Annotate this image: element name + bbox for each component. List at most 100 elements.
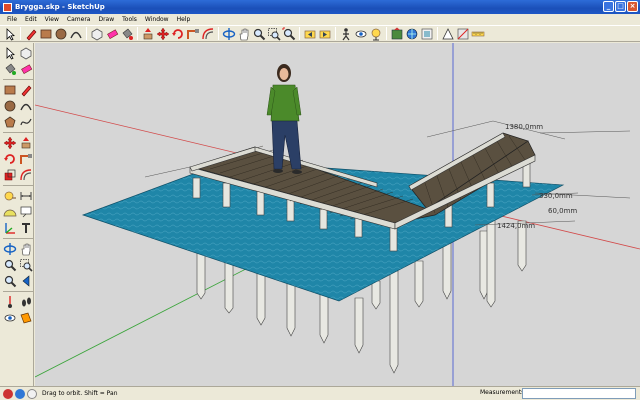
- toolbar-separator: [299, 27, 300, 40]
- dimension-label-right[interactable]: 330,0mm: [539, 192, 573, 200]
- paint-bucket-icon[interactable]: [120, 27, 134, 41]
- minimize-button[interactable]: _: [603, 1, 614, 12]
- title-bar: Brygga.skp - SketchUp _ □ ×: [0, 0, 640, 14]
- make-component-icon[interactable]: [19, 46, 33, 60]
- position-camera-icon[interactable]: [369, 27, 383, 41]
- offset-icon[interactable]: [19, 168, 33, 182]
- look-around-icon[interactable]: [354, 27, 368, 41]
- walk-icon[interactable]: [339, 27, 353, 41]
- components-icon[interactable]: [420, 27, 434, 41]
- measure-icon[interactable]: [471, 27, 485, 41]
- measurements-input[interactable]: [522, 388, 636, 399]
- move-icon[interactable]: [3, 136, 17, 150]
- credits-icon[interactable]: [15, 388, 25, 399]
- menu-file[interactable]: File: [3, 16, 21, 23]
- zoom-window-icon[interactable]: [267, 27, 281, 41]
- measurements-label: Measurements: [480, 389, 525, 396]
- look-around-icon[interactable]: [3, 311, 17, 325]
- rectangle-icon[interactable]: [3, 83, 17, 97]
- polygon-icon[interactable]: [3, 115, 17, 129]
- circle-icon[interactable]: [3, 99, 17, 113]
- zoom-extents-icon[interactable]: [282, 27, 296, 41]
- push-pull-icon[interactable]: [141, 27, 155, 41]
- window-controls: _ □ ×: [603, 1, 638, 12]
- dimension-label-top[interactable]: 1380,0mm: [505, 123, 543, 131]
- move-icon[interactable]: [156, 27, 170, 41]
- text-icon[interactable]: [19, 205, 33, 219]
- close-button[interactable]: ×: [627, 1, 638, 12]
- 3d-text-icon[interactable]: [19, 221, 33, 235]
- follow-me-icon[interactable]: [19, 152, 33, 166]
- eraser-icon[interactable]: [105, 27, 119, 41]
- main-toolbar: [0, 25, 640, 42]
- help-icon[interactable]: [27, 388, 37, 399]
- next-view-icon[interactable]: [318, 27, 332, 41]
- line-icon[interactable]: [19, 83, 33, 97]
- pencil-icon[interactable]: [24, 27, 38, 41]
- menu-edit[interactable]: Edit: [21, 16, 41, 23]
- freehand-icon[interactable]: [19, 115, 33, 129]
- rotate-icon[interactable]: [171, 27, 185, 41]
- geo-location-icon[interactable]: [3, 388, 13, 399]
- arc-icon[interactable]: [69, 27, 83, 41]
- zoom-window-icon[interactable]: [19, 258, 33, 272]
- eraser-icon[interactable]: [19, 62, 33, 76]
- offset-icon[interactable]: [201, 27, 215, 41]
- dimension-label-bottom[interactable]: 1424,0mm: [497, 222, 535, 230]
- styles-icon[interactable]: [441, 27, 455, 41]
- toolbar-separator: [335, 27, 336, 40]
- protractor-icon[interactable]: [3, 205, 17, 219]
- zoom-icon[interactable]: [252, 27, 266, 41]
- follow-me-icon[interactable]: [186, 27, 200, 41]
- section-icon[interactable]: [456, 27, 470, 41]
- zoom-icon[interactable]: [3, 258, 17, 272]
- rectangle-icon[interactable]: [39, 27, 53, 41]
- drawing-viewport[interactable]: 1380,0mm 1424,0mm 60,0mm 330,0mm: [35, 43, 640, 386]
- window-title: Brygga.skp - SketchUp: [15, 3, 105, 11]
- menu-tools[interactable]: Tools: [118, 16, 141, 23]
- dimension-icon[interactable]: [19, 189, 33, 203]
- select-icon[interactable]: [3, 46, 17, 60]
- zoom-extents-icon[interactable]: [3, 274, 17, 288]
- menu-draw[interactable]: Draw: [94, 16, 118, 23]
- toolbar-separator: [218, 27, 219, 40]
- push-pull-icon[interactable]: [19, 136, 33, 150]
- large-tool-set: [0, 43, 34, 386]
- menu-help[interactable]: Help: [173, 16, 195, 23]
- rotate-icon[interactable]: [3, 152, 17, 166]
- share-model-icon[interactable]: [405, 27, 419, 41]
- menu-view[interactable]: View: [41, 16, 63, 23]
- paint-bucket-icon[interactable]: [3, 62, 17, 76]
- section-plane-icon[interactable]: [19, 311, 33, 325]
- dimension-label-side[interactable]: 60,0mm: [548, 207, 577, 215]
- status-bar: Drag to orbit. Shift = Pan Measurements: [0, 386, 640, 400]
- pan-icon[interactable]: [237, 27, 251, 41]
- previous-icon[interactable]: [19, 274, 33, 288]
- select-icon[interactable]: [3, 27, 17, 41]
- axes-icon[interactable]: [3, 221, 17, 235]
- orbit-icon[interactable]: [3, 242, 17, 256]
- make-component-icon[interactable]: [90, 27, 104, 41]
- menu-bar: File Edit View Camera Draw Tools Window …: [0, 14, 640, 25]
- toolbar-separator: [86, 27, 87, 40]
- menu-window[interactable]: Window: [141, 16, 173, 23]
- previous-view-icon[interactable]: [303, 27, 317, 41]
- pan-icon[interactable]: [19, 242, 33, 256]
- toolbar-separator: [3, 291, 33, 292]
- model-scene[interactable]: 1380,0mm 1424,0mm 60,0mm 330,0mm: [35, 43, 640, 386]
- circle-icon[interactable]: [54, 27, 68, 41]
- maximize-button[interactable]: □: [615, 1, 626, 12]
- toolbar-separator: [20, 27, 21, 40]
- status-icons: [0, 388, 37, 399]
- scale-icon[interactable]: [3, 168, 17, 182]
- toolbar-separator: [3, 185, 33, 186]
- menu-camera[interactable]: Camera: [63, 16, 95, 23]
- toolbar-separator: [137, 27, 138, 40]
- walk-icon[interactable]: [19, 295, 33, 309]
- arc-icon[interactable]: [19, 99, 33, 113]
- position-camera-icon[interactable]: [3, 295, 17, 309]
- tape-measure-icon[interactable]: [3, 189, 17, 203]
- toolbar-separator: [3, 132, 33, 133]
- get-models-icon[interactable]: [390, 27, 404, 41]
- orbit-icon[interactable]: [222, 27, 236, 41]
